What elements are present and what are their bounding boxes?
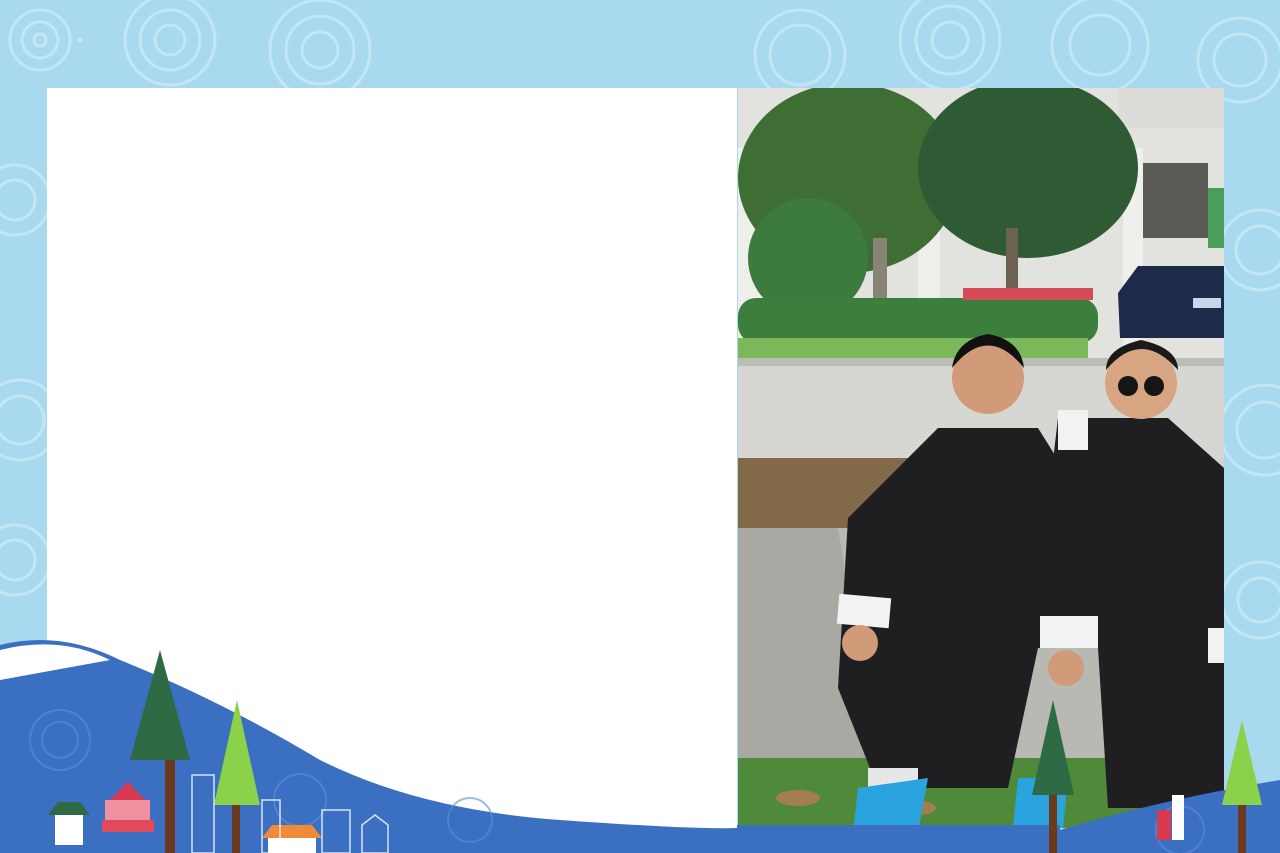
house-icon xyxy=(262,825,322,853)
decor-bottom-wave xyxy=(0,640,1280,853)
